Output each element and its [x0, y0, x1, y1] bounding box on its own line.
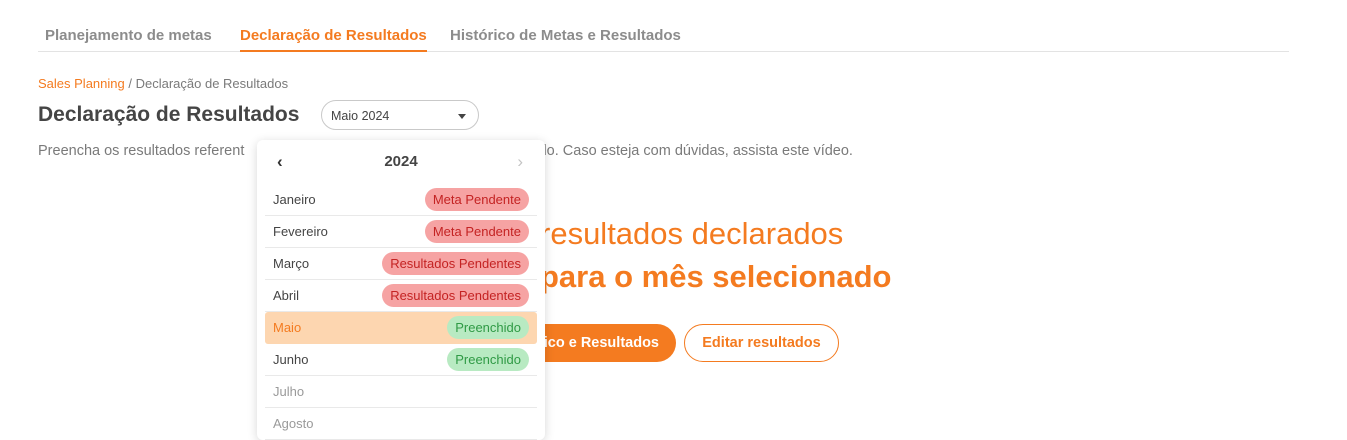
month-label: Fevereiro [273, 224, 328, 239]
status-badge: Preenchido [447, 316, 529, 339]
month-select[interactable]: Maio 2024 [321, 100, 479, 130]
edit-results-button[interactable]: Editar resultados [684, 324, 839, 362]
tab-historico-de-metas-e-resultados[interactable]: Histórico de Metas e Resultados [450, 27, 681, 44]
tab-planejamento-de-metas[interactable]: Planejamento de metas [45, 27, 212, 44]
month-picker-year: 2024 [384, 153, 418, 170]
status-badge: Preenchido [447, 348, 529, 371]
month-picker-header: ‹ 2024 › [257, 140, 545, 184]
month-item-janeiro[interactable]: Janeiro Meta Pendente [265, 184, 537, 216]
month-label: Agosto [273, 416, 314, 431]
breadcrumb-current: Declaração de Resultados [135, 76, 289, 91]
month-label: Abril [273, 288, 300, 303]
page-title: Declaração de Resultados [38, 103, 300, 126]
month-item-julho: Julho [265, 376, 537, 408]
tab-bar: Planejamento de metas Declaração de Resu… [38, 18, 1289, 52]
breadcrumb-link-sales-planning[interactable]: Sales Planning [38, 76, 125, 91]
month-item-marco[interactable]: Março Resultados Pendentes [265, 248, 537, 280]
subtitle-left: Preencha os resultados referent [38, 143, 245, 159]
status-badge: Meta Pendente [424, 188, 529, 211]
month-item-fevereiro[interactable]: Fevereiro Meta Pendente [265, 216, 537, 248]
month-item-agosto: Agosto [265, 408, 537, 440]
month-item-abril[interactable]: Abril Resultados Pendentes [265, 280, 537, 312]
month-select-value: Maio 2024 [331, 109, 390, 123]
month-item-junho[interactable]: Junho Preenchido [265, 344, 537, 376]
month-label: Março [273, 256, 310, 271]
month-list: Janeiro Meta Pendente Fevereiro Meta Pen… [265, 184, 537, 440]
status-badge: Resultados Pendentes [382, 252, 529, 275]
chevron-right-icon[interactable]: › [517, 152, 523, 172]
month-label: Maio [273, 320, 302, 335]
month-label: Janeiro [273, 192, 316, 207]
breadcrumb: Sales Planning / Declaração de Resultado… [38, 76, 288, 91]
status-badge: Meta Pendente [424, 220, 529, 243]
month-label: Junho [273, 352, 309, 367]
month-label: Julho [273, 384, 305, 399]
month-item-maio[interactable]: Maio Preenchido [265, 312, 537, 344]
breadcrumb-separator: / [128, 76, 132, 91]
tab-declaracao-de-resultados[interactable]: Declaração de Resultados [240, 27, 427, 52]
status-badge: Resultados Pendentes [382, 284, 529, 307]
month-picker-dropdown: ‹ 2024 › Janeiro Meta Pendente Fevereiro… [257, 140, 545, 440]
caret-down-icon [458, 114, 466, 119]
